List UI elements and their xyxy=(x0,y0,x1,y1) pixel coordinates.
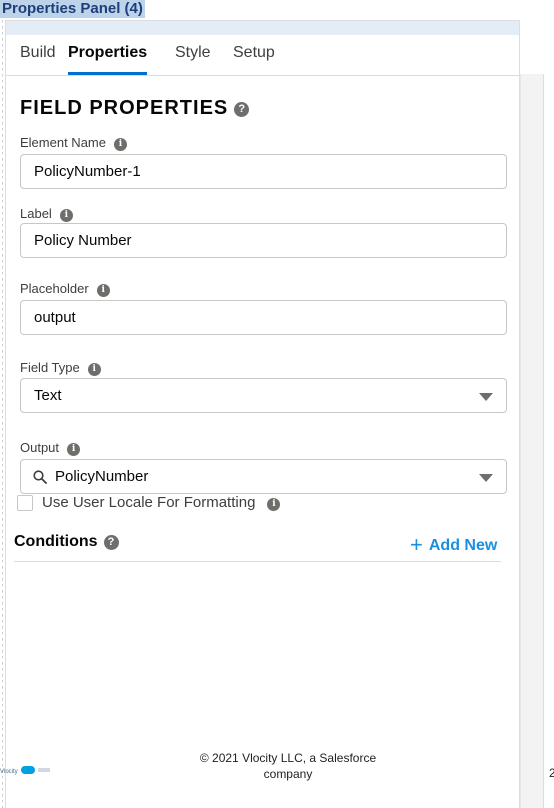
info-icon[interactable]: i xyxy=(59,209,73,222)
tab-properties[interactable]: Properties xyxy=(68,44,148,75)
section-title: FIELD PROPERTIES? xyxy=(20,97,250,120)
salesforce-logo-icon xyxy=(20,766,35,774)
tab-style[interactable]: Style xyxy=(175,44,211,75)
field-type-label: Field Type i xyxy=(20,360,101,376)
placeholder-value: output xyxy=(34,309,76,326)
field-type-value: Text xyxy=(34,387,62,404)
page-number: 2 xyxy=(549,766,554,780)
conditions-title-text: Conditions xyxy=(14,533,98,550)
add-new-label: Add New xyxy=(428,537,498,554)
element-name-label-text: Element Name xyxy=(20,135,106,150)
info-icon[interactable]: i xyxy=(67,443,81,456)
add-new-button[interactable]: + Add New xyxy=(410,532,497,558)
vlocity-logo: Vlocity xyxy=(0,766,50,775)
search-icon xyxy=(33,470,47,484)
label-field[interactable]: Policy Number xyxy=(20,223,507,258)
use-user-locale-label-text: Use User Locale For Formatting xyxy=(42,494,256,511)
tab-build[interactable]: Build xyxy=(20,44,56,75)
field-type-label-text: Field Type xyxy=(20,360,80,375)
document-title: Properties Panel (4) xyxy=(0,0,145,18)
element-name-label: Element Name i xyxy=(20,135,127,151)
placeholder-label: Placeholder i xyxy=(20,281,110,297)
help-icon[interactable]: ? xyxy=(234,102,250,117)
placeholder-label-text: Placeholder xyxy=(20,281,89,296)
panel-header-strip xyxy=(6,21,519,35)
label-value: Policy Number xyxy=(34,232,132,249)
info-icon[interactable]: i xyxy=(267,498,281,511)
copyright-text: © 2021 Vlocity LLC, a Salesforce company xyxy=(199,751,377,781)
vlocity-logo-text: Vlocity xyxy=(0,769,18,775)
plus-icon: + xyxy=(410,532,423,557)
placeholder-field[interactable]: output xyxy=(20,300,507,335)
scrollbar[interactable] xyxy=(520,74,544,808)
conditions-title: Conditions? xyxy=(14,533,119,551)
properties-panel: Build Properties Style Setup FIELD PROPE… xyxy=(5,20,520,808)
element-name-value: PolicyNumber-1 xyxy=(34,163,141,180)
chevron-down-icon xyxy=(479,474,493,482)
help-icon[interactable]: ? xyxy=(103,535,119,550)
info-icon[interactable]: i xyxy=(87,363,101,376)
output-value: PolicyNumber xyxy=(55,468,149,485)
output-select[interactable]: PolicyNumber xyxy=(20,459,507,494)
info-icon[interactable]: i xyxy=(113,138,127,151)
label-label-text: Label xyxy=(20,206,52,221)
tab-setup[interactable]: Setup xyxy=(233,44,275,75)
output-label-text: Output xyxy=(20,440,60,455)
field-type-select[interactable]: Text xyxy=(20,378,507,413)
output-label: Output i xyxy=(20,440,81,456)
label-label: Label i xyxy=(20,206,73,222)
dotted-guide xyxy=(2,20,3,808)
tab-bar: Build Properties Style Setup xyxy=(6,35,519,76)
chevron-down-icon xyxy=(479,393,493,401)
use-user-locale-label: Use User Locale For Formatting i xyxy=(42,494,281,511)
salesforce-wordmark-icon xyxy=(37,768,50,772)
section-title-text: FIELD PROPERTIES xyxy=(20,97,229,119)
conditions-divider xyxy=(14,561,501,562)
info-icon[interactable]: i xyxy=(96,284,110,297)
element-name-field[interactable]: PolicyNumber-1 xyxy=(20,154,507,189)
use-user-locale-checkbox[interactable] xyxy=(17,495,33,511)
